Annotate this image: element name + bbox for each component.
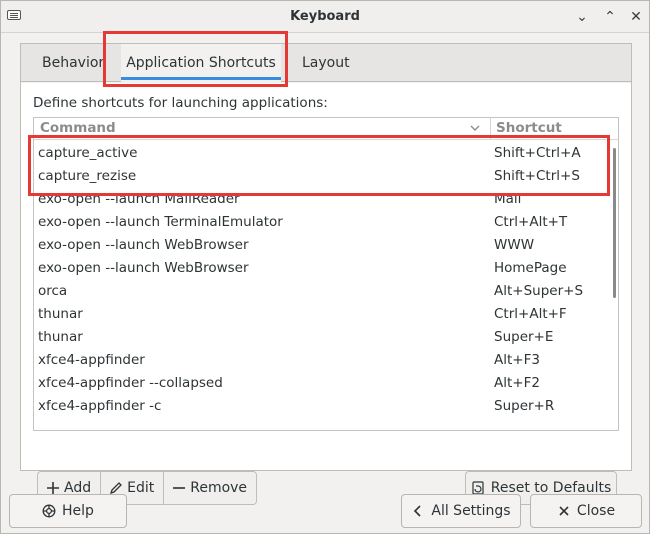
plus-icon [47, 482, 59, 494]
command-cell: xfce4-appfinder -c [38, 398, 162, 414]
command-cell: capture_active [38, 145, 138, 161]
close-button[interactable]: Close [530, 494, 642, 528]
command-cell: exo-open --launch TerminalEmulator [38, 214, 283, 230]
chevron-left-icon [414, 505, 421, 517]
table-row[interactable]: exo-open --launch MailReader Mail [34, 188, 618, 211]
column-shortcut-header[interactable]: Shortcut [496, 120, 562, 136]
tab-application-shortcuts[interactable]: Application Shortcuts [121, 44, 281, 82]
shortcut-cell: Super+E [494, 329, 554, 345]
shortcut-cell: Ctrl+Alt+T [494, 214, 568, 230]
tab-layout[interactable]: Layout [300, 44, 352, 82]
table-row[interactable]: capture_active Shift+Ctrl+A [34, 142, 618, 165]
help-button[interactable]: Help [9, 494, 127, 528]
command-cell: xfce4-appfinder [38, 352, 145, 368]
reset-icon [472, 481, 484, 495]
window-title: Keyboard [290, 9, 360, 24]
command-cell: xfce4-appfinder --collapsed [38, 375, 223, 391]
command-cell: exo-open --launch WebBrowser [38, 237, 249, 253]
command-cell: exo-open --launch MailReader [38, 191, 240, 207]
minus-icon [173, 487, 186, 489]
command-cell: exo-open --launch WebBrowser [38, 260, 249, 276]
close-x-icon [559, 506, 569, 516]
help-button-label: Help [62, 503, 94, 519]
shortcut-cell: Alt+Super+S [494, 283, 584, 299]
shortcut-cell: WWW [494, 237, 535, 253]
shortcut-cell: HomePage [494, 260, 567, 276]
table-row[interactable]: orca Alt+Super+S [34, 280, 618, 303]
shortcut-cell: Alt+F3 [494, 352, 540, 368]
table-row[interactable]: exo-open --launch WebBrowser WWW [34, 234, 618, 257]
tab-behavior[interactable]: Behavior [40, 44, 106, 82]
shortcut-cell: Mail [494, 191, 522, 207]
table-row[interactable]: thunar Super+E [34, 326, 618, 349]
shortcut-cell: Ctrl+Alt+F [494, 306, 567, 322]
command-cell: thunar [38, 306, 83, 322]
list-rows: capture_active Shift+Ctrl+A capture_rezi… [34, 142, 618, 418]
table-row[interactable]: exo-open --launch TerminalEmulator Ctrl+… [34, 211, 618, 234]
table-row[interactable]: exo-open --launch WebBrowser HomePage [34, 257, 618, 280]
pencil-icon [110, 482, 123, 495]
shortcut-cell: Shift+Ctrl+S [494, 168, 580, 184]
all-settings-button[interactable]: All Settings [401, 494, 521, 528]
table-row[interactable]: xfce4-appfinder -c Super+R [34, 395, 618, 418]
command-cell: capture_rezise [38, 168, 137, 184]
tab-behavior-label: Behavior [42, 55, 105, 71]
remove-button-label: Remove [190, 480, 248, 496]
shortcuts-list[interactable]: Command Shortcut capture_active Shift+Ct… [33, 117, 619, 431]
column-divider [490, 118, 491, 140]
sort-chevron-down-icon [470, 125, 480, 131]
table-row[interactable]: xfce4-appfinder Alt+F3 [34, 349, 618, 372]
table-row[interactable]: capture_rezise Shift+Ctrl+S [34, 165, 618, 188]
edit-button-label: Edit [127, 480, 155, 496]
tab-layout-label: Layout [302, 55, 350, 71]
command-cell: thunar [38, 329, 83, 345]
column-command-header[interactable]: Command [40, 120, 116, 136]
active-tab-indicator [121, 77, 281, 80]
shortcut-cell: Alt+F2 [494, 375, 540, 391]
shortcut-cell: Super+R [494, 398, 555, 414]
titlebar[interactable]: Keyboard ⌄ ⌃ ✕ [1, 1, 649, 33]
command-cell: orca [38, 283, 68, 299]
minimize-icon[interactable]: ⌄ [573, 8, 591, 26]
close-icon[interactable]: ✕ [627, 8, 645, 26]
tab-application-shortcuts-label: Application Shortcuts [126, 55, 276, 71]
table-row[interactable]: thunar Ctrl+Alt+F [34, 303, 618, 326]
shortcut-cell: Shift+Ctrl+A [494, 145, 581, 161]
help-lifebuoy-icon [42, 504, 56, 518]
remove-button[interactable]: Remove [164, 472, 256, 504]
tab-bar: Behavior Application Shortcuts Layout [21, 44, 631, 82]
keyboard-settings-window: Keyboard ⌄ ⌃ ✕ Behavior Application Shor… [0, 0, 650, 534]
maximize-icon[interactable]: ⌃ [601, 8, 619, 26]
all-settings-label: All Settings [431, 503, 511, 519]
notebook: Behavior Application Shortcuts Layout De… [20, 43, 632, 505]
application-shortcuts-page: Define shortcuts for launching applicati… [21, 83, 631, 505]
table-row[interactable]: xfce4-appfinder --collapsed Alt+F2 [34, 372, 618, 395]
list-header: Command Shortcut [34, 118, 618, 140]
close-button-label: Close [576, 503, 616, 519]
scrollbar[interactable] [613, 148, 616, 298]
page-description: Define shortcuts for launching applicati… [33, 95, 328, 111]
